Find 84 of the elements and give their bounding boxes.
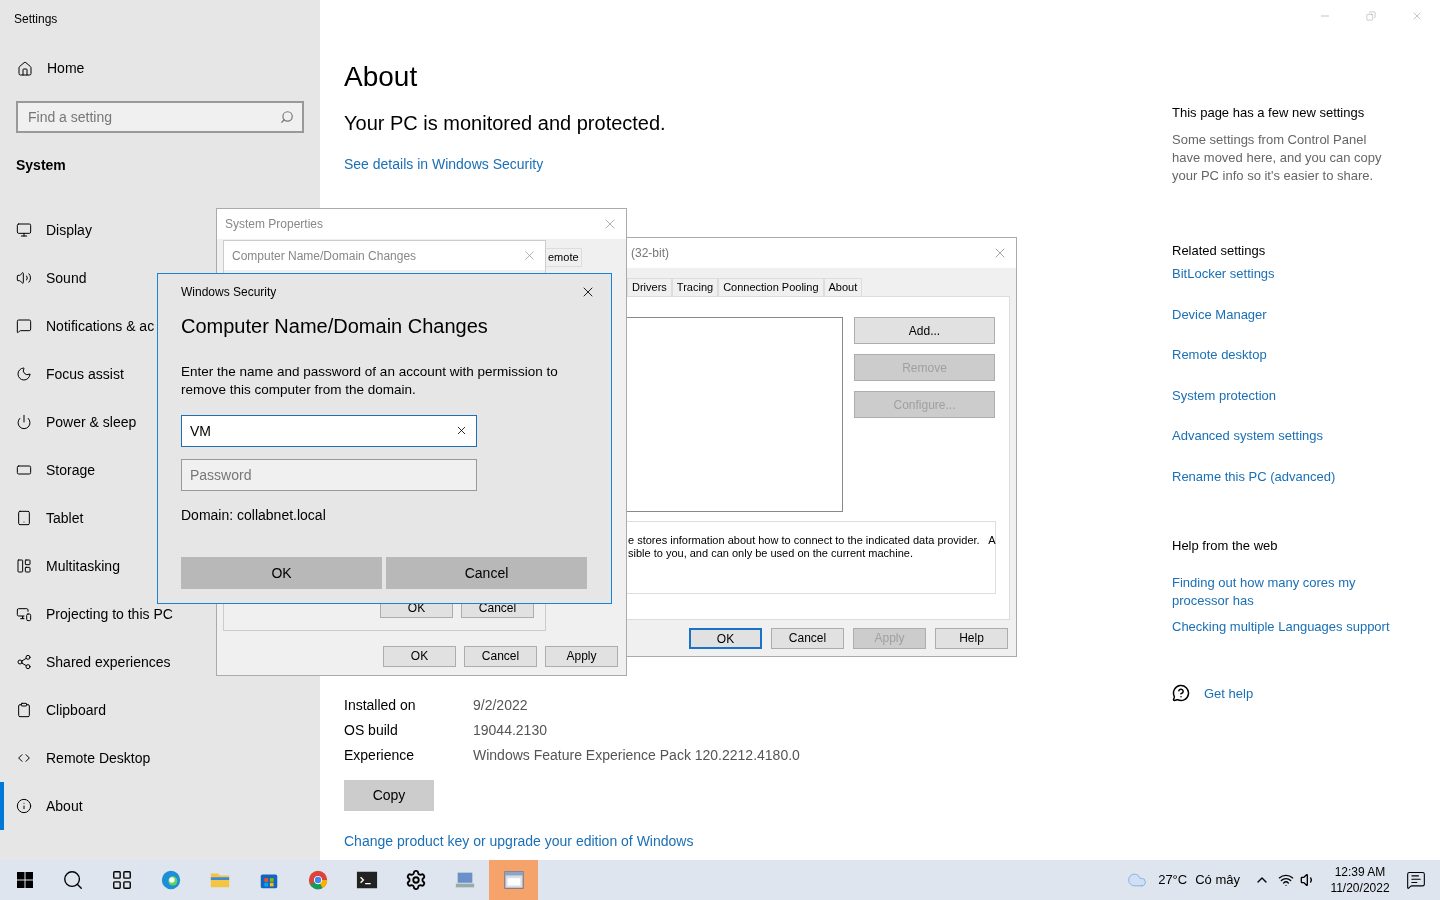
section-heading: This page has a few new settings [1172, 104, 1366, 122]
related-link[interactable]: System protection [1172, 385, 1422, 405]
tab[interactable]: About [823, 278, 863, 296]
related-link[interactable]: Advanced system settings [1172, 426, 1422, 446]
spec-value: 9/2/2022 [473, 696, 528, 715]
product-key-link[interactable]: Change product key or upgrade your edition of Windows [344, 831, 1150, 852]
nav-icon [16, 414, 32, 430]
nav-icon [16, 798, 32, 814]
notifications-icon[interactable] [1406, 870, 1426, 890]
home-icon [17, 60, 33, 77]
dialog-button[interactable]: Cancel [386, 557, 587, 589]
tab[interactable]: emote [545, 248, 582, 267]
nav-item[interactable]: Clipboard [0, 686, 320, 734]
dialog-button[interactable]: OK [181, 557, 382, 589]
copy-button[interactable]: Copy [344, 780, 434, 811]
window-icon[interactable] [502, 869, 525, 891]
task-view-icon[interactable] [110, 869, 133, 891]
nav-icon [16, 654, 32, 670]
network-icon[interactable] [1278, 872, 1294, 888]
status-text: Your PC is monitored and protected. [344, 111, 667, 136]
nav-icon [16, 222, 32, 238]
home-link[interactable]: Home [17, 58, 320, 79]
help-icon [1172, 684, 1190, 703]
browser-icon[interactable] [306, 869, 329, 891]
tab[interactable]: Tracing [671, 278, 719, 296]
nav-icon [16, 462, 32, 478]
description-text: Some settings from Control Panel have moved here, and you can copy your PC info so it's easier to share. [1172, 130, 1383, 185]
search-icon[interactable] [61, 869, 84, 891]
spec-label: OS build [344, 721, 399, 740]
dialog-text: Enter the name and password of an account with permission to remove this computer from the domain. [181, 363, 559, 399]
related-link[interactable]: Device Manager [1172, 304, 1422, 324]
settings-icon[interactable] [404, 869, 427, 891]
nav-item[interactable]: About [0, 782, 320, 830]
password-field[interactable]: Password [181, 459, 477, 491]
nav-icon [16, 606, 32, 622]
username-field[interactable]: VM [181, 415, 477, 447]
related-link[interactable]: Rename this PC (advanced) [1172, 466, 1422, 486]
related-link[interactable]: BitLocker settings [1172, 264, 1422, 284]
nav-item[interactable]: Remote Desktop [0, 734, 320, 782]
dialog-button[interactable]: Apply [545, 645, 618, 667]
domain-text: Domain: collabnet.local [181, 506, 327, 525]
spec-label: Experience [344, 746, 416, 765]
nav-icon [16, 702, 32, 718]
dialog-title: (32-bit) [631, 245, 669, 262]
related-link[interactable]: Remote desktop [1172, 345, 1422, 365]
browser-icon[interactable] [159, 869, 182, 891]
dialog-button[interactable]: Add... [854, 317, 995, 344]
terminal-icon[interactable] [355, 869, 378, 891]
spec-value: 19044.2130 [473, 721, 547, 740]
section-heading: Help from the web [1172, 537, 1279, 555]
help-link[interactable]: Finding out how many cores my processor has [1172, 573, 1392, 610]
nav-icon [16, 318, 32, 334]
search-icon [280, 110, 294, 124]
get-help-link[interactable]: Get help [1204, 683, 1254, 703]
description-text: e stores information about how to connect to the indicated data provider. A [628, 534, 995, 547]
dialog-heading: Computer Name/Domain Changes [181, 314, 489, 339]
tab[interactable]: Connection Pooling [718, 278, 824, 296]
dialog-button[interactable]: Cancel [464, 645, 537, 667]
dialog-button[interactable]: Cancel [771, 627, 844, 649]
dialog-button[interactable]: OK [383, 645, 456, 667]
nav-icon [16, 510, 32, 526]
page-title: About [344, 60, 419, 94]
nav-icon [16, 558, 32, 574]
help-link[interactable]: Checking multiple Languages support [1172, 617, 1422, 636]
clock-time[interactable]: 12:39 AM [1334, 864, 1386, 880]
spec-value: Windows Feature Experience Pack 120.2212.4180.0 [473, 746, 800, 765]
nav-icon [16, 270, 32, 286]
weather-text[interactable]: Có mây [1195, 870, 1240, 890]
weather-temperature[interactable]: 27°C [1158, 870, 1188, 890]
search-field[interactable]: Find a setting [16, 101, 304, 133]
clock-date[interactable]: 11/20/2022 [1330, 880, 1390, 896]
description-text: sible to you, and can only be used on the current machine. [628, 547, 914, 560]
nav-icon [16, 366, 32, 382]
window-title: Settings [14, 11, 59, 28]
section-title: System [16, 156, 67, 175]
security-link[interactable]: See details in Windows Security [344, 154, 1150, 175]
clear-icon[interactable] [455, 424, 468, 437]
dialog-button[interactable]: OK [689, 627, 762, 649]
spec-label: Installed on [344, 696, 417, 715]
tab[interactable]: Drivers [627, 278, 672, 296]
start-icon[interactable] [17, 872, 33, 888]
section-heading: Related settings [1172, 241, 1267, 260]
dialog-title: Windows Security [181, 284, 277, 301]
dialog-button[interactable]: Help [935, 627, 1008, 649]
